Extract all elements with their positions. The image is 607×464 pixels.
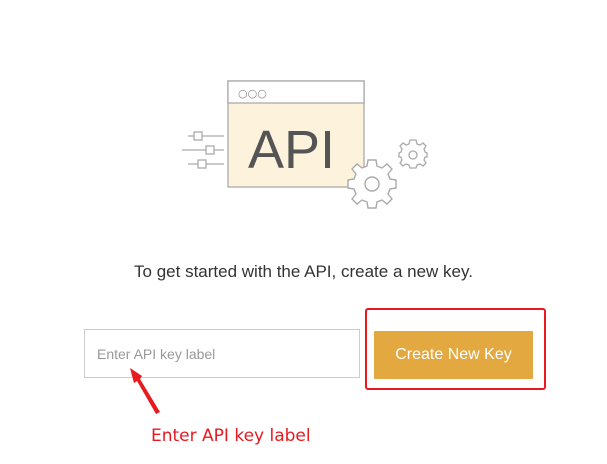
small-gear-icon [398,139,428,169]
intro-text: To get started with the API, create a ne… [134,262,473,281]
api-text: API [248,120,335,180]
create-new-key-button[interactable]: Create New Key [374,331,533,379]
large-gear-icon [347,159,397,209]
annotation-label: Enter API key label [151,426,311,446]
api-illustration-icon: ○○○ API [182,80,428,209]
api-window-icon: ○○○ API [227,80,365,188]
api-keys-page: ○○○ API To get started with the API, cre… [0,0,607,464]
annotation-arrow-icon [130,368,160,414]
circuit-lines-icon [182,131,224,169]
window-dots: ○○○ [238,87,267,100]
